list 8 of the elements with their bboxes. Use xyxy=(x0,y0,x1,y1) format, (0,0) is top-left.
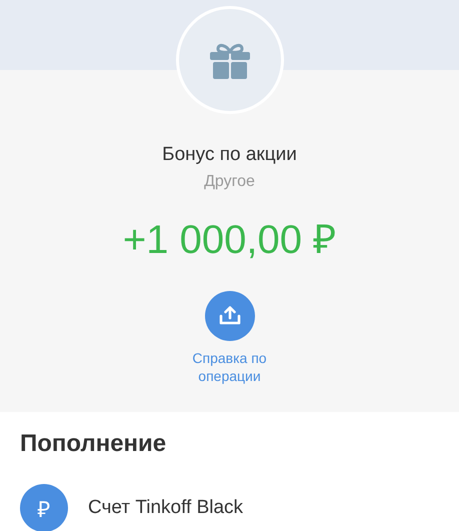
receipt-button[interactable]: Справка по операции xyxy=(174,291,284,385)
operation-title: Бонус по акции xyxy=(162,144,297,166)
operation-amount: +1 000,00 ₽ xyxy=(122,217,336,264)
upload-icon xyxy=(218,306,240,326)
ruble-avatar: ₽ xyxy=(20,484,68,531)
operation-category: Другое xyxy=(204,173,255,191)
section-heading: Пополнение xyxy=(20,430,168,458)
account-name: Счет Tinkoff Black xyxy=(88,497,244,519)
